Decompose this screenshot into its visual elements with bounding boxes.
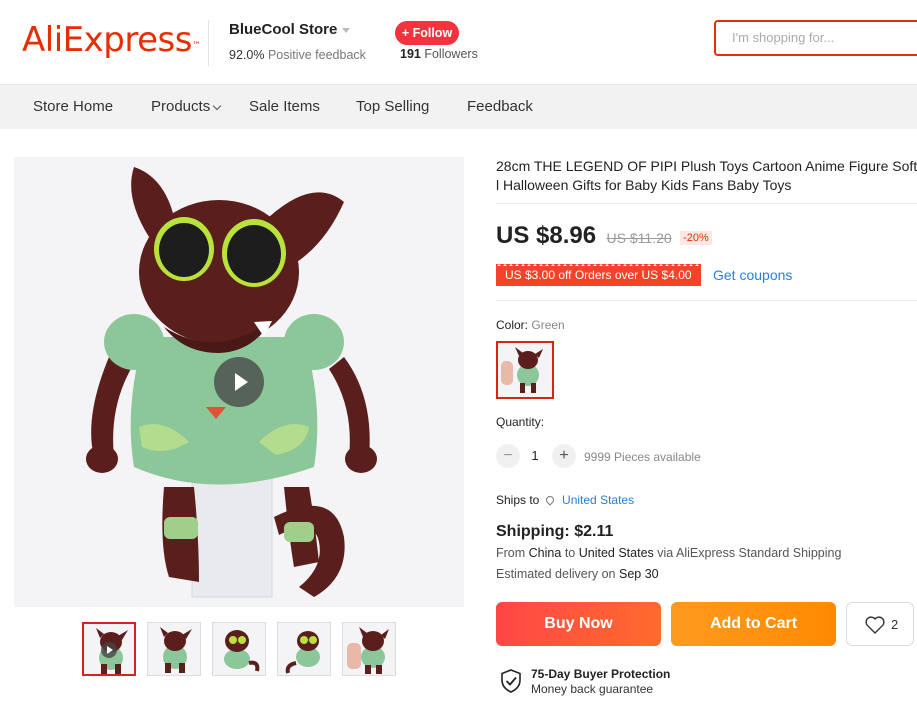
ships-to: Ships to United States (496, 493, 634, 507)
buyer-protection-title: 75-Day Buyer Protection (531, 667, 671, 681)
thumb-plush-icon (285, 631, 320, 674)
chevron-down-icon (212, 101, 222, 111)
feedback-percent: 92.0% (229, 48, 265, 62)
color-label: Color: Green (496, 318, 565, 332)
header-divider (208, 20, 209, 66)
nav-top-selling[interactable]: Top Selling (356, 85, 429, 129)
wishlist-count: 2 (891, 617, 899, 632)
thumbnail-3[interactable] (212, 622, 266, 676)
product-main-image[interactable] (14, 157, 464, 607)
store-feedback: 92.0% Positive feedback (229, 48, 366, 62)
followers-count: 191 Followers (400, 47, 478, 61)
ships-to-location[interactable]: United States (562, 493, 634, 507)
product-title: 28cm THE LEGEND OF PIPI Plush Toys Carto… (496, 158, 917, 193)
ships-to-label: Ships to (496, 493, 540, 507)
nav-products-label: Products (151, 98, 211, 115)
shipping-origin: China (528, 546, 562, 560)
store-caret-icon[interactable] (342, 27, 351, 33)
followers-number: 191 (400, 47, 421, 61)
thumb-plush-icon (224, 630, 260, 672)
thumbnail-5[interactable] (342, 622, 396, 676)
coupon-row: US $3.00 off Orders over US $4.00 Get co… (496, 262, 792, 288)
nav-store-home[interactable]: Store Home (33, 85, 113, 129)
shipping-carrier: via AliExpress Standard Shipping (657, 546, 842, 560)
original-price: US $11.20 (606, 230, 672, 246)
shield-check-icon (501, 669, 521, 693)
quantity-label: Quantity: (496, 415, 545, 429)
shipping-price: Shipping: $2.11 (496, 523, 614, 540)
quantity-available: 9999 Pieces available (584, 450, 701, 464)
nav-products[interactable]: Products (151, 85, 222, 129)
estimated-delivery-date: Sep 30 (619, 567, 659, 581)
followers-label: Followers (424, 47, 478, 61)
feedback-label: Positive feedback (267, 48, 366, 62)
add-to-cart-button[interactable]: Add to Cart (671, 602, 836, 646)
store-header: AliExpress™ BlueCool Store 92.0% Positiv… (0, 0, 917, 85)
color-label-text: Color: (496, 318, 529, 332)
search-input[interactable]: I'm shopping for... (714, 20, 917, 56)
thumbnail-4[interactable] (277, 622, 331, 676)
quantity-input[interactable]: 1 (526, 448, 544, 463)
thumb-plush-icon (160, 627, 192, 673)
shipping-destination: United States (578, 546, 654, 560)
quantity-increase-button[interactable]: + (552, 444, 576, 468)
color-value: Green (531, 318, 565, 332)
aliexpress-logo[interactable]: AliExpress™ (22, 20, 201, 60)
thumbnail-video[interactable] (82, 622, 136, 676)
wishlist-button[interactable]: 2 (846, 602, 914, 646)
thumbnail-2[interactable] (147, 622, 201, 676)
coupon-tag[interactable]: US $3.00 off Orders over US $4.00 (496, 262, 701, 288)
buy-now-button[interactable]: Buy Now (496, 602, 661, 646)
color-swatch-green[interactable] (496, 341, 554, 399)
shipping-to-word: to (564, 546, 576, 560)
location-pin-icon (544, 494, 556, 506)
store-name[interactable]: BlueCool Store (229, 21, 351, 38)
title-divider (496, 203, 917, 204)
buyer-protection-subtitle: Money back guarantee (531, 682, 654, 696)
play-video-icon[interactable] (214, 357, 264, 407)
nav-feedback[interactable]: Feedback (467, 85, 533, 129)
current-price: US $8.96 (496, 222, 597, 249)
estimated-delivery: Estimated delivery on Sep 30 (496, 567, 659, 581)
thumb-plush-icon (347, 627, 389, 674)
discount-badge: -20% (680, 231, 712, 245)
get-coupons-link[interactable]: Get coupons (713, 264, 792, 286)
shipping-route: From China to United States via AliExpre… (496, 546, 841, 560)
thumb-play-icon (101, 642, 117, 658)
price-row: US $8.96 US $11.20 -20% (496, 222, 712, 252)
quantity-decrease-button[interactable]: − (496, 444, 520, 468)
estimated-delivery-label: Estimated delivery on (496, 567, 616, 581)
store-nav: Store Home Products Sale Items Top Selli… (0, 85, 917, 129)
nav-sale-items[interactable]: Sale Items (249, 85, 320, 129)
coupon-divider (496, 300, 917, 301)
shipping-from-prefix: From (496, 546, 526, 560)
swatch-plush-icon (501, 347, 543, 393)
heart-icon (865, 616, 885, 634)
follow-button[interactable]: + Follow (395, 21, 459, 45)
